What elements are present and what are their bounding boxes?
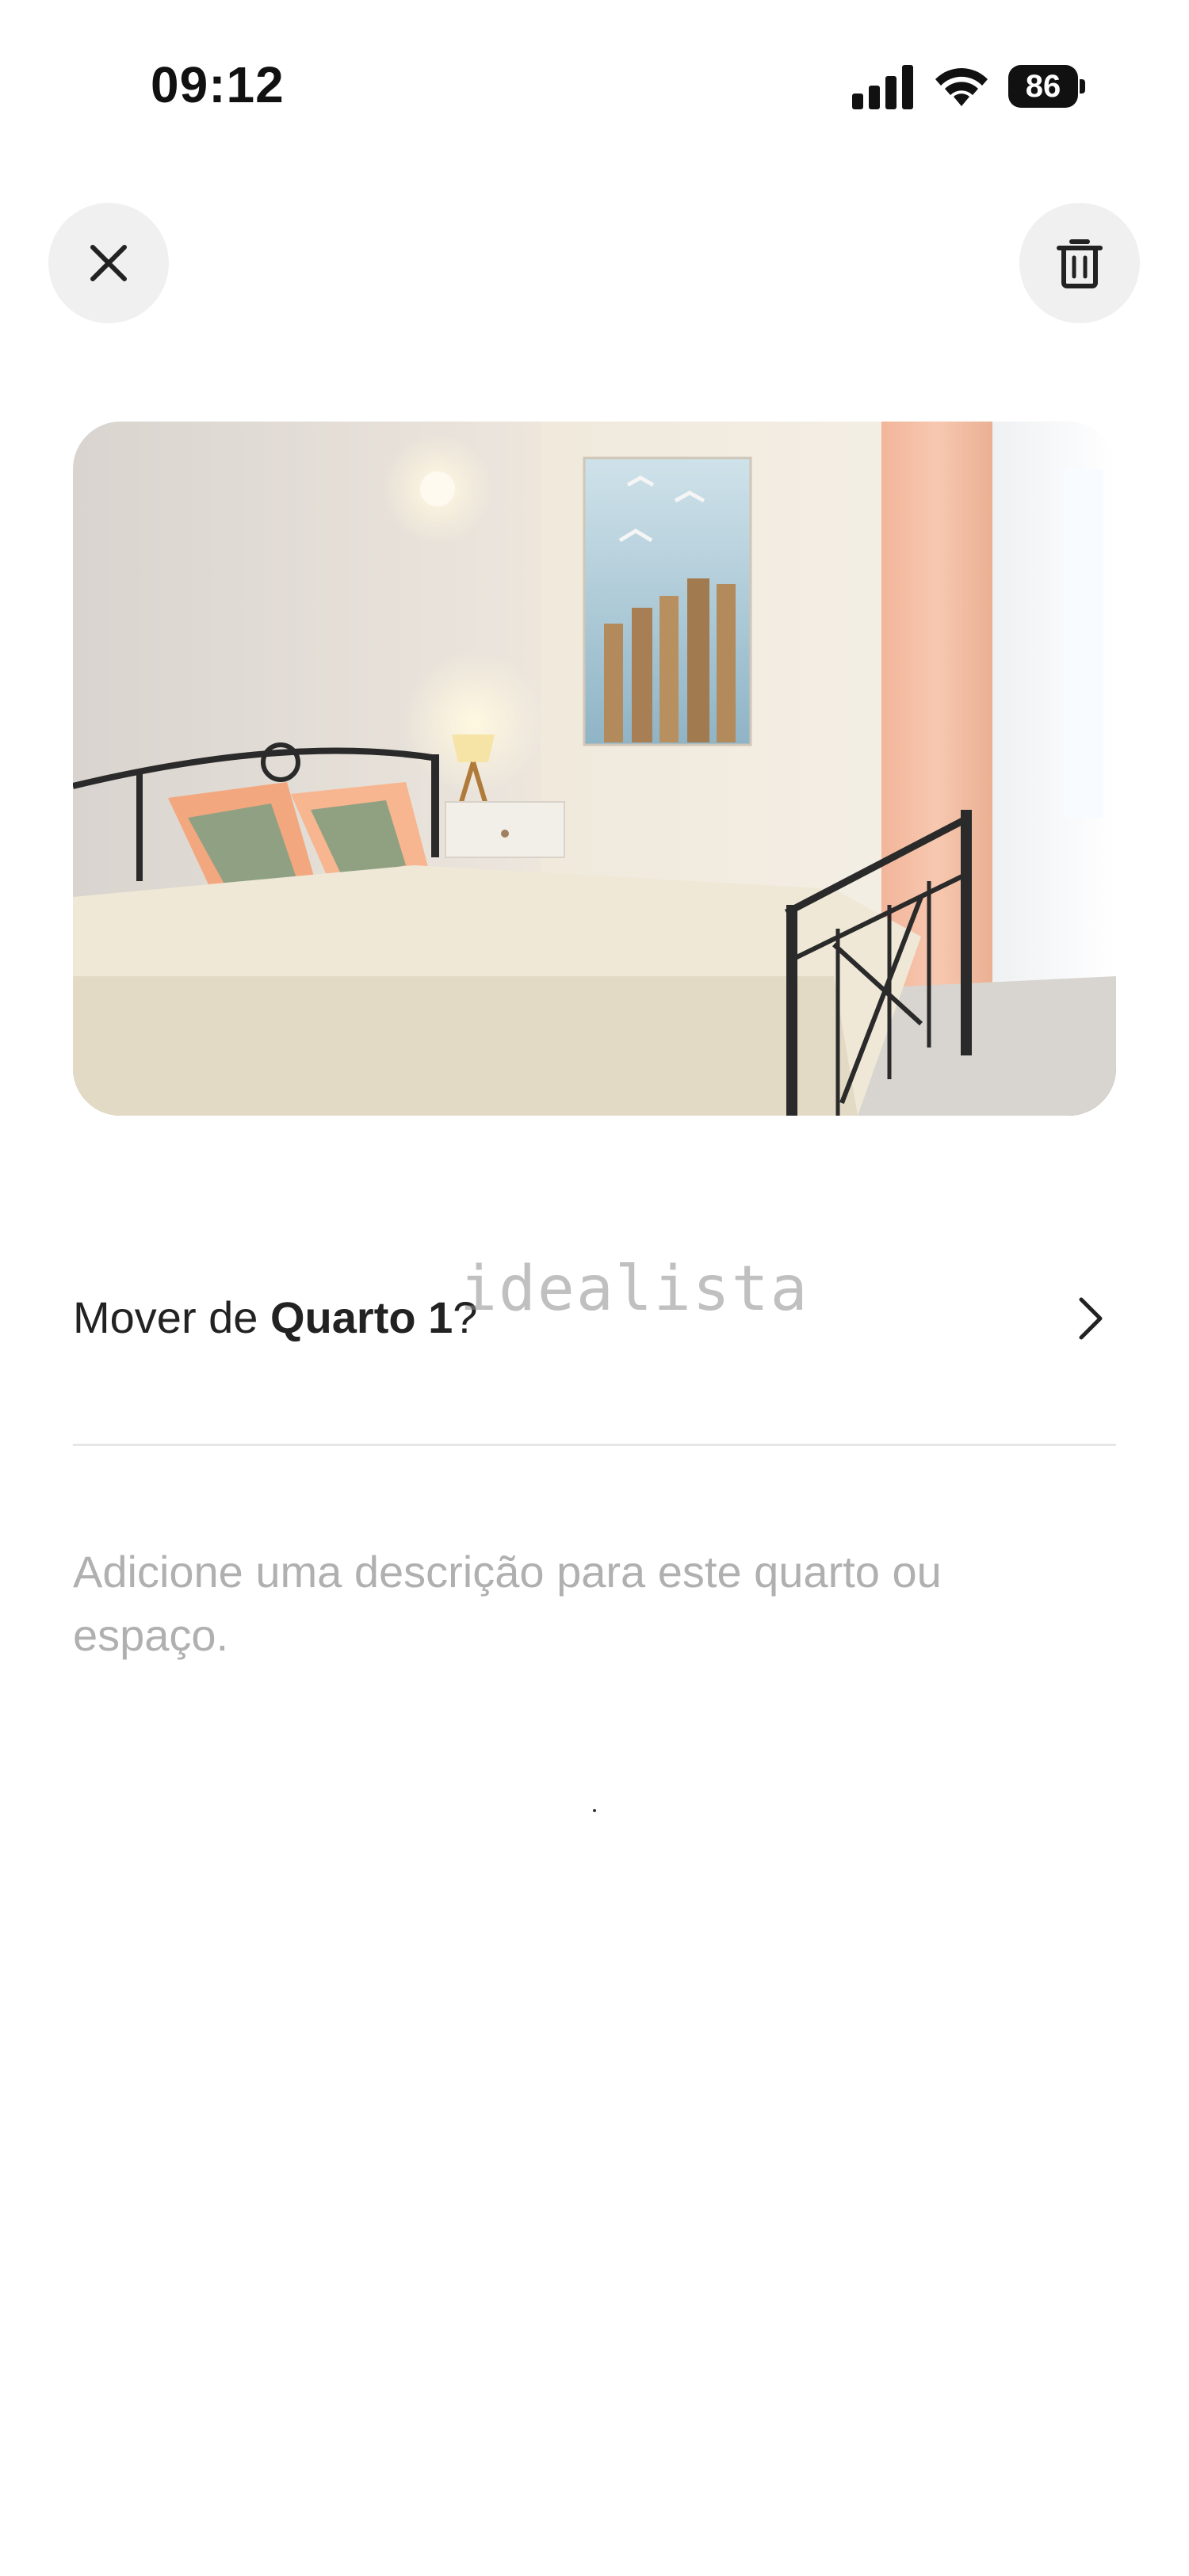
room-photo[interactable] <box>73 422 1116 1116</box>
chevron-right-icon <box>1079 1297 1103 1340</box>
app-screen: 09:12 86 Mover de Quarto 1? idealista Ad… <box>0 0 1189 2576</box>
cellular-signal-icon <box>852 65 913 109</box>
room-name: Quarto 1 <box>270 1292 453 1342</box>
battery-cap <box>1080 79 1085 93</box>
bedroom-photo <box>73 422 1116 1116</box>
status-bar: 09:12 86 <box>0 0 1189 174</box>
status-time: 09:12 <box>151 56 285 113</box>
trash-icon <box>1057 239 1103 288</box>
dot <box>593 1809 596 1812</box>
move-prefix: Mover de <box>73 1292 270 1342</box>
delete-button[interactable] <box>1019 203 1140 323</box>
move-room-text: Mover de Quarto 1? <box>73 1292 477 1343</box>
watermark: idealista <box>460 1254 809 1325</box>
description-input[interactable]: Adicione uma descrição para este quarto … <box>73 1540 1056 1667</box>
wifi-icon <box>935 68 988 106</box>
battery-level: 86 <box>1025 69 1061 104</box>
battery-body: 86 <box>1008 65 1078 108</box>
battery-icon: 86 <box>1008 65 1086 109</box>
divider <box>73 1444 1116 1446</box>
close-button[interactable] <box>48 203 169 323</box>
close-icon <box>90 245 127 281</box>
